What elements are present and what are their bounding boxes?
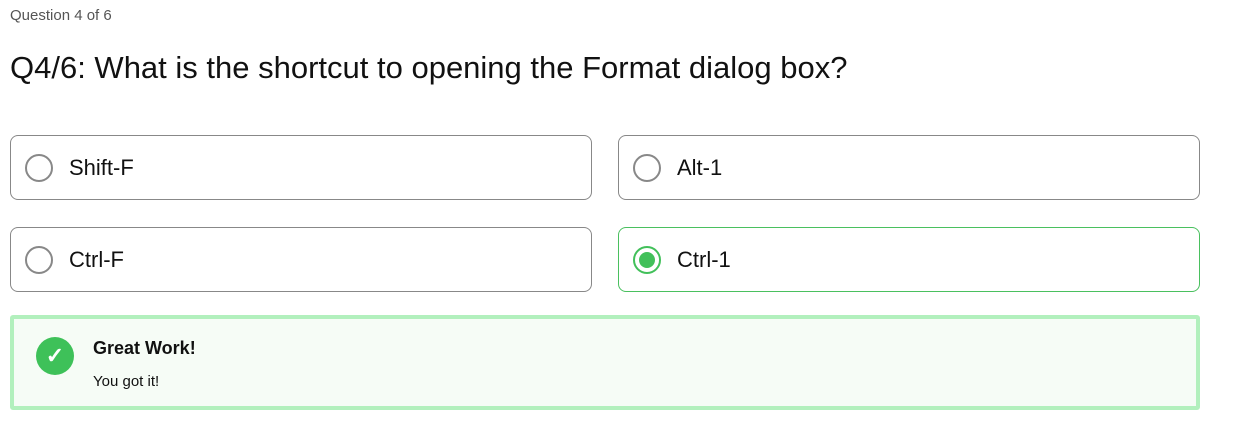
option-label: Shift-F [69, 154, 134, 180]
option-ctrl-f[interactable]: Ctrl-F [10, 227, 592, 292]
radio-icon[interactable] [25, 153, 53, 182]
question-progress: Question 4 of 6 [10, 7, 112, 24]
option-alt-1[interactable]: Alt-1 [618, 135, 1200, 200]
check-icon: ✓ [36, 337, 74, 375]
feedback-message: You got it! [93, 373, 160, 390]
option-ctrl-1[interactable]: Ctrl-1 [618, 227, 1200, 292]
option-label: Ctrl-F [69, 246, 124, 272]
feedback-title: Great Work! [93, 338, 196, 358]
option-label: Ctrl-1 [677, 246, 731, 272]
feedback-box: ✓ Great Work! You got it! [10, 315, 1200, 410]
question-title: Q4/6: What is the shortcut to opening th… [10, 50, 848, 85]
radio-selected-icon[interactable] [633, 245, 661, 274]
option-shift-f[interactable]: Shift-F [10, 135, 592, 200]
radio-icon[interactable] [25, 245, 53, 274]
option-label: Alt-1 [677, 154, 723, 180]
radio-icon[interactable] [633, 153, 661, 182]
